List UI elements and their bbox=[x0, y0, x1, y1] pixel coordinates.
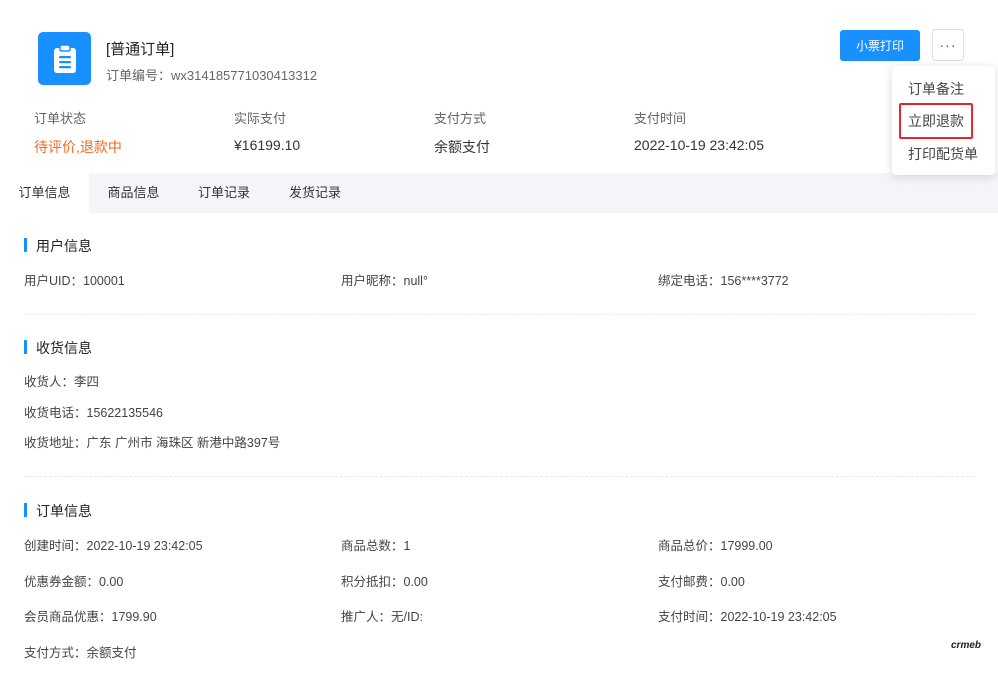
detail-tabs: 订单信息 商品信息 订单记录 发货记录 bbox=[0, 173, 998, 213]
order-total-price: 商品总价：17999.00 bbox=[658, 539, 773, 553]
order-created-time: 创建时间：2022-10-19 23:42:05 bbox=[24, 539, 203, 553]
order-number-value: wx314185771030413312 bbox=[171, 68, 318, 83]
order-type-icon bbox=[38, 32, 91, 85]
order-type-title: [普通订单] bbox=[106, 41, 175, 58]
print-receipt-button[interactable]: 小票打印 bbox=[840, 30, 920, 61]
payment-method-value: 余额支付 bbox=[434, 139, 490, 155]
crmeb-logo: crmeb bbox=[951, 640, 982, 651]
summary-actual-payment: 实际支付 ¥16199.10 bbox=[234, 108, 300, 153]
summary-payment-time: 支付时间 2022-10-19 23:42:05 bbox=[634, 108, 764, 153]
order-promoter: 推广人：无/ID: bbox=[341, 610, 423, 624]
summary-label: 支付时间 bbox=[634, 111, 687, 126]
receiver-address: 收货地址：广东 广州市 海珠区 新港中路397号 bbox=[24, 436, 281, 450]
order-number-label: 订单编号： bbox=[106, 68, 172, 83]
more-actions-dropdown: 订单备注 立即退款 打印配货单 bbox=[892, 66, 995, 175]
order-status-value: 待评价,退款中 bbox=[34, 139, 122, 155]
menu-item-refund-now[interactable]: 立即退款 bbox=[892, 106, 995, 136]
order-coupon-amount: 优惠券金额：0.00 bbox=[24, 575, 124, 589]
order-pay-method: 支付方式：余额支付 bbox=[24, 646, 137, 660]
order-total-count: 商品总数：1 bbox=[341, 539, 411, 553]
tab-shipping-records[interactable]: 发货记录 bbox=[270, 173, 360, 213]
user-uid: 用户UID：100001 bbox=[24, 274, 125, 288]
summary-label: 实际支付 bbox=[234, 111, 287, 126]
receiver-phone: 收货电话：15622135546 bbox=[24, 406, 163, 420]
clipboard-icon bbox=[53, 43, 76, 73]
tab-order-records[interactable]: 订单记录 bbox=[178, 173, 270, 213]
receiver-name: 收货人：李四 bbox=[24, 375, 100, 389]
actual-payment-value: ¥16199.10 bbox=[234, 137, 301, 153]
summary-order-status: 订单状态 待评价,退款中 bbox=[34, 108, 122, 157]
menu-item-print-picking-list[interactable]: 打印配货单 bbox=[892, 139, 995, 169]
section-title-user-info: 用户信息 bbox=[24, 236, 92, 256]
section-divider bbox=[24, 476, 974, 477]
order-member-discount: 会员商品优惠：1799.90 bbox=[24, 610, 157, 624]
user-bound-phone: 绑定电话：156****3772 bbox=[658, 274, 789, 288]
section-title-shipping-info: 收货信息 bbox=[24, 338, 92, 358]
section-divider bbox=[24, 314, 974, 315]
section-title-order-info: 订单信息 bbox=[24, 501, 92, 521]
order-postage: 支付邮费：0.00 bbox=[658, 575, 745, 589]
payment-time-value: 2022-10-19 23:42:05 bbox=[634, 137, 764, 153]
summary-label: 订单状态 bbox=[34, 111, 87, 126]
user-nickname: 用户昵称：null° bbox=[341, 274, 428, 288]
tab-product-info[interactable]: 商品信息 bbox=[89, 173, 178, 213]
order-number: 订单编号：wx314185771030413312 bbox=[106, 65, 317, 84]
order-points-deduction: 积分抵扣：0.00 bbox=[341, 575, 428, 589]
summary-payment-method: 支付方式 余额支付 bbox=[434, 108, 490, 157]
order-pay-time: 支付时间：2022-10-19 23:42:05 bbox=[658, 610, 837, 624]
tab-order-info[interactable]: 订单信息 bbox=[0, 173, 89, 213]
menu-item-order-remark[interactable]: 订单备注 bbox=[892, 74, 995, 104]
more-actions-button[interactable]: ··· bbox=[932, 29, 964, 61]
summary-label: 支付方式 bbox=[434, 111, 487, 126]
